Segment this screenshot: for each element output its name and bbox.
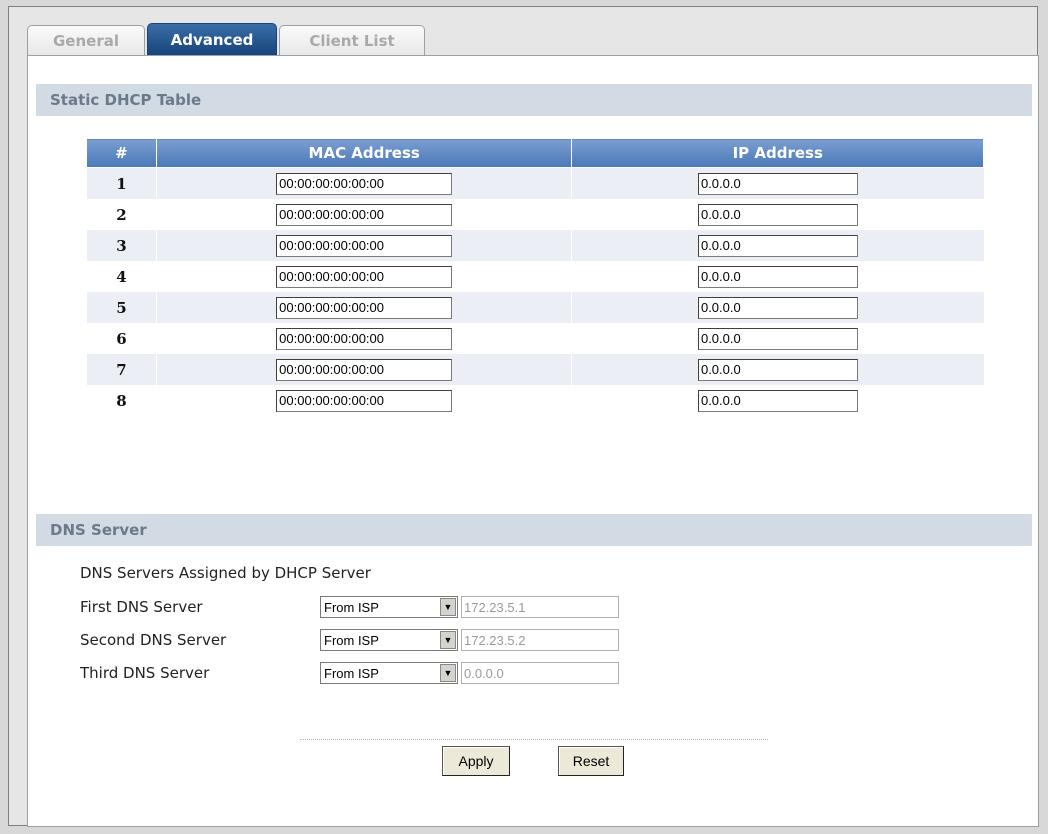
- ip-address-input-3[interactable]: [697, 234, 858, 257]
- mac-address-input-4[interactable]: [276, 265, 453, 288]
- static-dhcp-section-title: Static DHCP Table: [36, 84, 1032, 116]
- row-number: 3: [86, 230, 157, 261]
- second-dns-mode-select[interactable]: From ISP ▼: [320, 629, 458, 651]
- first-dns-ip-input[interactable]: [461, 596, 619, 618]
- mac-cell: [155, 292, 572, 323]
- table-row: 8: [86, 385, 984, 416]
- column-header-mac: MAC Address: [155, 138, 573, 168]
- ip-cell: [571, 354, 984, 385]
- table-row: 3: [86, 230, 984, 261]
- chevron-down-icon[interactable]: ▼: [440, 631, 456, 649]
- ip-address-input-5[interactable]: [697, 296, 858, 319]
- row-number: 5: [86, 292, 157, 323]
- mac-cell: [155, 385, 572, 416]
- apply-button[interactable]: Apply: [442, 746, 510, 776]
- table-header-row: # MAC Address IP Address: [86, 138, 984, 168]
- ip-address-input-6[interactable]: [697, 327, 858, 350]
- table-row: 1: [86, 167, 984, 199]
- second-dns-ip-input[interactable]: [461, 629, 619, 651]
- mac-address-input-8[interactable]: [276, 389, 453, 412]
- mac-cell: [155, 230, 572, 261]
- mac-cell: [155, 323, 572, 354]
- second-dns-label: Second DNS Server: [80, 631, 227, 649]
- table-row: 6: [86, 323, 984, 354]
- ip-address-input-7[interactable]: [697, 358, 858, 381]
- ip-cell: [571, 323, 984, 354]
- second-dns-mode-value: From ISP: [324, 632, 379, 648]
- ip-cell: [571, 230, 984, 261]
- ip-address-input-4[interactable]: [697, 265, 858, 288]
- ip-cell: [571, 199, 984, 230]
- row-number: 2: [86, 199, 157, 230]
- tab-advanced[interactable]: Advanced: [147, 23, 277, 55]
- ip-cell: [571, 261, 984, 292]
- mac-address-input-5[interactable]: [276, 296, 453, 319]
- first-dns-mode-value: From ISP: [324, 599, 379, 615]
- tab-bar: General Advanced Client List: [27, 23, 427, 55]
- third-dns-ip-input[interactable]: [461, 662, 619, 684]
- tab-general[interactable]: General: [27, 25, 145, 55]
- mac-cell: [155, 167, 572, 199]
- first-dns-mode-select[interactable]: From ISP ▼: [320, 596, 458, 618]
- third-dns-mode-value: From ISP: [324, 665, 379, 681]
- row-number: 6: [86, 323, 157, 354]
- second-dns-row: Second DNS Server From ISP ▼: [80, 627, 619, 653]
- row-number: 4: [86, 261, 157, 292]
- mac-address-input-2[interactable]: [276, 203, 453, 226]
- tab-client-list[interactable]: Client List: [279, 25, 425, 55]
- ip-cell: [571, 167, 984, 199]
- mac-address-input-3[interactable]: [276, 234, 453, 257]
- reset-button[interactable]: Reset: [558, 746, 624, 776]
- mac-cell: [155, 261, 572, 292]
- first-dns-row: First DNS Server From ISP ▼: [80, 594, 619, 620]
- button-divider: [300, 739, 768, 740]
- table-row: 7: [86, 354, 984, 385]
- mac-cell: [155, 354, 572, 385]
- ip-cell: [571, 292, 984, 323]
- content-panel: Static DHCP Table # MAC Address IP Addre…: [27, 55, 1039, 827]
- table-row: 4: [86, 261, 984, 292]
- column-header-ip: IP Address: [571, 138, 984, 168]
- dns-subtitle: DNS Servers Assigned by DHCP Server: [80, 564, 371, 582]
- third-dns-label: Third DNS Server: [80, 664, 210, 682]
- ip-address-input-1[interactable]: [697, 172, 858, 195]
- first-dns-label: First DNS Server: [80, 598, 203, 616]
- row-number: 8: [86, 385, 157, 416]
- mac-cell: [155, 199, 572, 230]
- chevron-down-icon[interactable]: ▼: [440, 598, 456, 616]
- chevron-down-icon[interactable]: ▼: [440, 664, 456, 682]
- ip-cell: [571, 385, 984, 416]
- dns-server-section-title: DNS Server: [36, 514, 1032, 546]
- table-row: 5: [86, 292, 984, 323]
- mac-address-input-1[interactable]: [276, 172, 453, 195]
- third-dns-mode-select[interactable]: From ISP ▼: [320, 662, 458, 684]
- mac-address-input-7[interactable]: [276, 358, 453, 381]
- static-dhcp-table: # MAC Address IP Address 1 2 3: [86, 138, 984, 416]
- third-dns-row: Third DNS Server From ISP ▼: [80, 660, 619, 686]
- mac-address-input-6[interactable]: [276, 327, 453, 350]
- app-frame: General Advanced Client List Static DHCP…: [8, 6, 1039, 827]
- row-number: 7: [86, 354, 157, 385]
- column-header-number: #: [86, 138, 157, 168]
- ip-address-input-2[interactable]: [697, 203, 858, 226]
- row-number: 1: [86, 167, 157, 199]
- ip-address-input-8[interactable]: [697, 389, 858, 412]
- table-row: 2: [86, 199, 984, 230]
